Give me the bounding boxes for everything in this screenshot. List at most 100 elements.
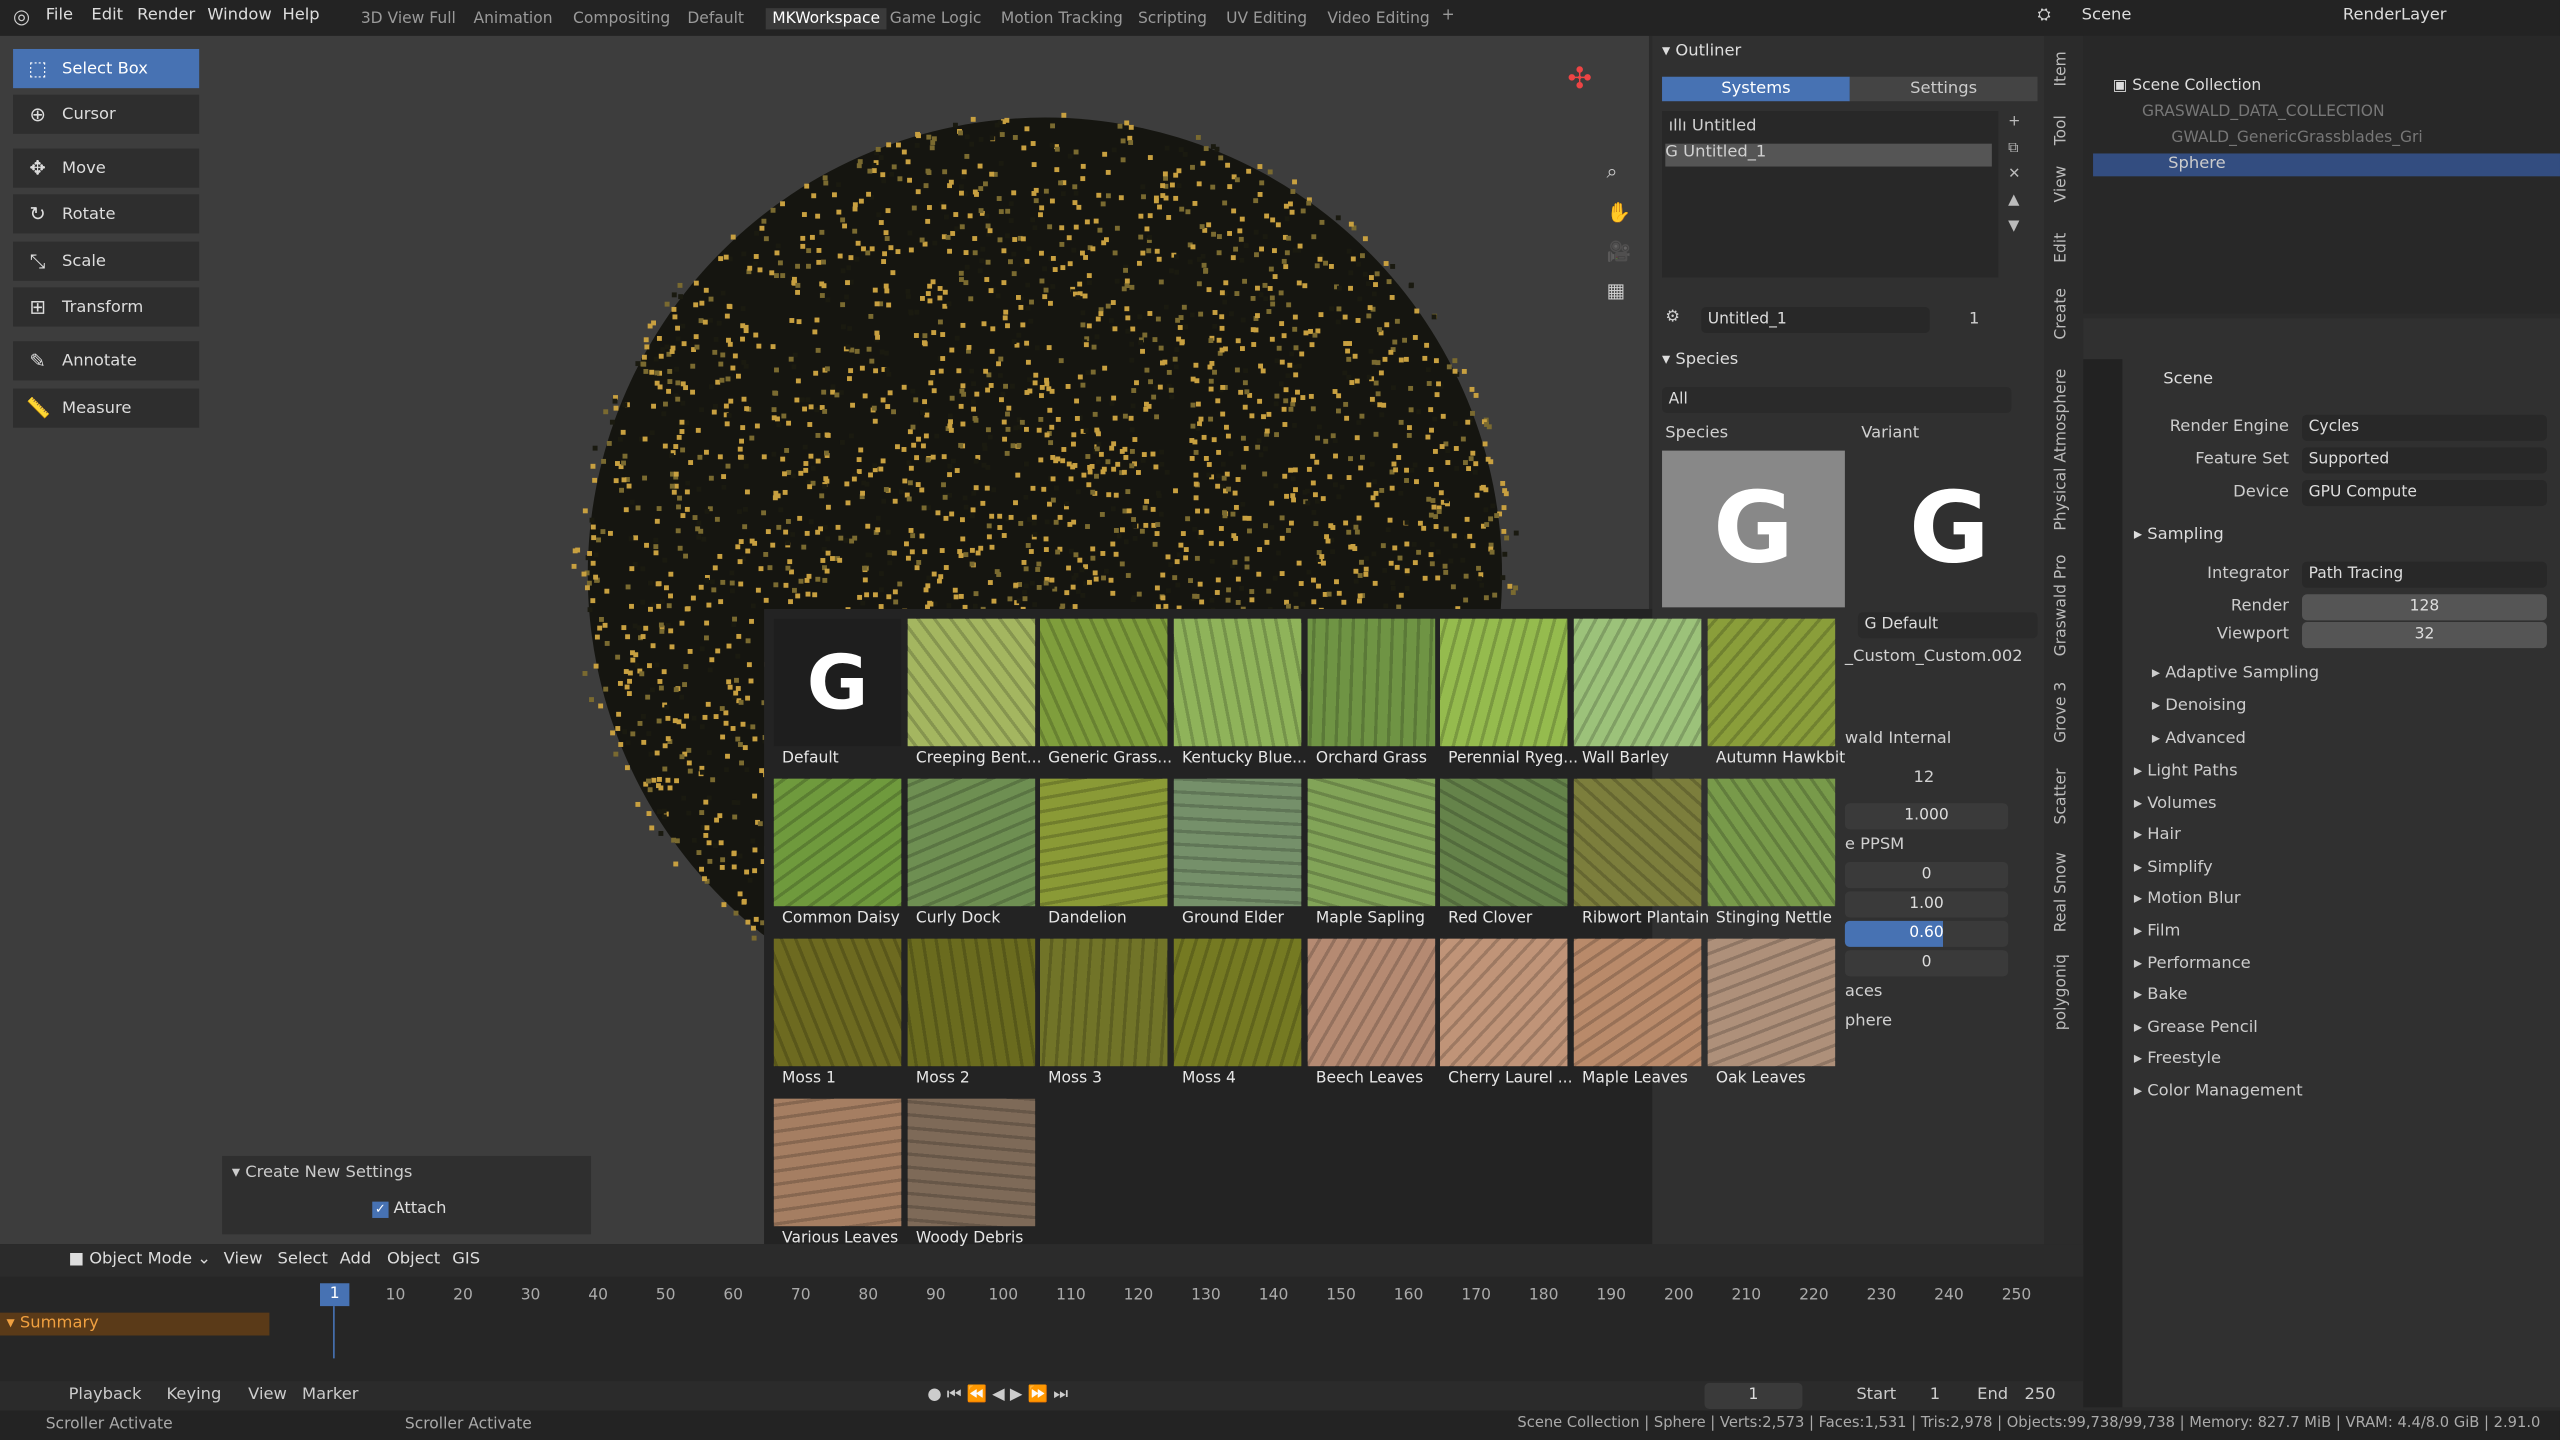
tool-measure[interactable]: 📏 Measure [13,388,200,428]
panel-header[interactable]: ▸ Volumes [2134,794,2217,812]
side-tab[interactable]: Item [2052,49,2078,88]
asset-thumbnail[interactable] [1307,938,1436,1067]
sampling-panel-header[interactable]: ▸ Sampling [2134,526,2224,544]
tool-transform[interactable]: ⊞ Transform [13,287,200,327]
species-header[interactable]: ▾ Species [1662,351,1738,369]
viewport-menu-object[interactable]: Object [387,1251,440,1269]
system-row[interactable]: ıllı Untitled [1669,118,1992,141]
asset-thumbnail[interactable] [1707,618,1836,747]
asset-thumbnail[interactable] [1039,938,1168,1067]
workspace-tab[interactable]: Motion Tracking [1001,10,1123,28]
asset-thumbnail[interactable] [1307,618,1436,747]
menu-edit[interactable]: Edit [91,7,123,25]
panel-header[interactable]: ▸ Performance [2134,954,2251,972]
asset-thumbnail[interactable] [1173,938,1302,1067]
asset-thumbnail[interactable] [773,1098,902,1227]
playhead[interactable] [333,1306,335,1359]
workspace-tab[interactable]: MKWorkspace [765,8,887,30]
side-tab[interactable]: Physical Atmosphere [2052,367,2078,530]
value-slider[interactable]: 0.60 [1844,920,2009,947]
viewport-menu-gis[interactable]: GIS [452,1251,480,1269]
side-tab[interactable]: Real Snow [2052,849,2078,934]
timeline-menu-marker[interactable]: Marker [302,1386,358,1404]
viewport-menu-select[interactable]: Select [278,1251,328,1269]
asset-thumbnail[interactable] [907,618,1036,747]
tool-select-box[interactable]: ⬚ Select Box [13,48,200,89]
asset-thumbnail[interactable] [907,778,1036,907]
variant-thumbnail[interactable]: G [1858,451,2041,608]
value-field[interactable]: 1.00 [1844,891,2009,918]
asset-thumbnail[interactable] [1439,938,1568,1067]
integrator-dropdown[interactable]: Path Tracing [2302,561,2547,588]
workspace-tab[interactable]: Scripting [1138,10,1207,28]
subpanel-header[interactable]: ▸ Denoising [2152,697,2247,715]
asset-thumbnail[interactable] [1573,938,1702,1067]
camera-icon[interactable]: 🎥 [1607,240,1631,263]
view-layer-name[interactable]: RenderLayer [2343,7,2447,25]
system-row-selected[interactable]: G Untitled_1 [1665,143,1992,167]
asset-thumbnail[interactable] [1039,778,1168,907]
panel-header[interactable]: ▸ Freestyle [2134,1050,2221,1068]
panel-header[interactable]: ▸ Hair [2134,826,2181,844]
side-tab[interactable]: Graswald Pro [2052,552,2078,660]
side-tab[interactable]: Edit [2052,229,2078,268]
workspace-tab[interactable]: Video Editing [1327,10,1429,28]
blender-logo-icon[interactable]: ◎ [13,5,30,28]
panel-header[interactable]: ▸ Color Management [2134,1082,2303,1100]
value-field[interactable]: 0 [1844,862,2009,889]
subpanel-header[interactable]: ▸ Adaptive Sampling [2152,664,2319,682]
menu-window[interactable]: Window [207,7,271,25]
properties-tabs[interactable] [2083,359,2123,1408]
menu-file[interactable]: File [46,7,73,25]
asset-thumbnail[interactable] [1439,778,1568,907]
panel-header[interactable]: ▸ Motion Blur [2134,890,2241,908]
asset-thumbnail[interactable] [907,938,1036,1067]
workspace-tab[interactable]: Game Logic [890,10,982,28]
timeline-menu-playback[interactable]: Playback [69,1386,142,1404]
asset-thumbnail[interactable] [1707,938,1836,1067]
species-filter-dropdown[interactable]: All [1662,386,2012,414]
last-op-title[interactable]: ▾ Create New Settings [232,1164,413,1182]
workspace-tab[interactable]: UV Editing [1226,10,1307,28]
outliner-root[interactable]: ▣ Scene Collection [2113,77,2262,95]
asset-thumbnail[interactable] [1173,778,1302,907]
add-icon[interactable]: + [2008,114,2020,130]
summary-channel[interactable]: ▾ Summary [0,1312,270,1336]
add-workspace-icon[interactable]: + [1442,7,1455,25]
panel-header[interactable]: ▸ Simplify [2134,858,2213,876]
asset-thumbnail[interactable] [907,1098,1036,1227]
value-field[interactable]: 0 [1844,950,2009,977]
remove-icon[interactable]: ✕ [2008,167,2020,183]
blade-count[interactable]: 12 [1913,769,1934,787]
panel-header[interactable]: ▸ Film [2134,922,2181,940]
playback-controls[interactable]: ● ⏮ ⏪ ◀ ▶ ⏩ ⏭ [927,1386,1068,1404]
pan-hand-icon[interactable]: ✋ [1607,201,1631,224]
asset-thumbnail[interactable] [1707,778,1836,907]
timeline-menu-keying[interactable]: Keying [167,1386,222,1404]
viewport-menu-view[interactable]: View [224,1251,263,1269]
tool-cursor[interactable]: ⊕ Cursor [13,94,200,134]
density-field[interactable]: 1.000 [1844,803,2009,830]
outliner-row[interactable]: GRASWALD_DATA_COLLECTION [2142,103,2385,121]
workspace-tab[interactable]: 3D View Full [361,10,456,28]
mode-dropdown[interactable]: ■ Object Mode ⌄ [69,1251,211,1269]
side-tab[interactable]: View [2052,163,2078,205]
render-samples-field[interactable]: 128 [2302,594,2547,621]
end-field[interactable]: 250 [2024,1386,2055,1404]
settings-name-field[interactable]: Untitled_1 [1701,306,1930,334]
tool-scale[interactable]: ⤡ Scale [13,241,200,281]
tool-annotate[interactable]: ✎ Annotate [13,341,200,381]
outliner-row-selected[interactable]: Sphere [2093,153,2560,177]
move-up-icon[interactable]: ▲ [2008,193,2020,209]
property-dropdown[interactable]: GPU Compute [2302,479,2547,507]
copy-icon[interactable]: ⧉ [2008,140,2020,156]
tool-move[interactable]: ✥ Move [13,148,200,188]
side-tab[interactable]: Grove 3 [2052,676,2078,748]
variant-dropdown[interactable]: G Default [1857,612,2038,639]
start-field[interactable]: 1 [1930,1386,1940,1404]
tab-systems[interactable]: Systems [1662,76,1850,102]
property-dropdown[interactable]: Cycles [2302,414,2547,441]
workspace-tab[interactable]: Compositing [573,10,670,28]
asset-thumbnail[interactable]: G [773,618,902,747]
panel-header[interactable]: ▸ Grease Pencil [2134,1018,2258,1036]
